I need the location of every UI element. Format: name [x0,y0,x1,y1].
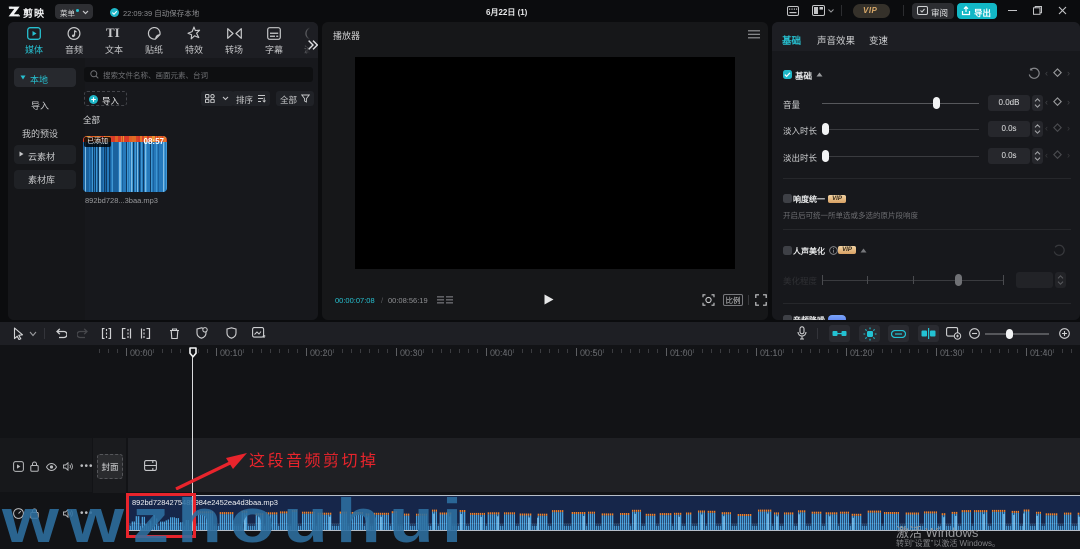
svg-text:00:40: 00:40 [490,348,513,358]
svg-text:00:50: 00:50 [580,348,603,358]
svg-text:00:00: 00:00 [130,348,153,358]
svg-text:01:20: 01:20 [850,348,873,358]
svg-text:01:40: 01:40 [1030,348,1053,358]
svg-text:01:30: 01:30 [940,348,963,358]
svg-text:01:00: 01:00 [670,348,693,358]
svg-text:00:20: 00:20 [310,348,333,358]
svg-text:00:10: 00:10 [220,348,243,358]
svg-text:00:30: 00:30 [400,348,423,358]
svg-text:01:10: 01:10 [760,348,783,358]
